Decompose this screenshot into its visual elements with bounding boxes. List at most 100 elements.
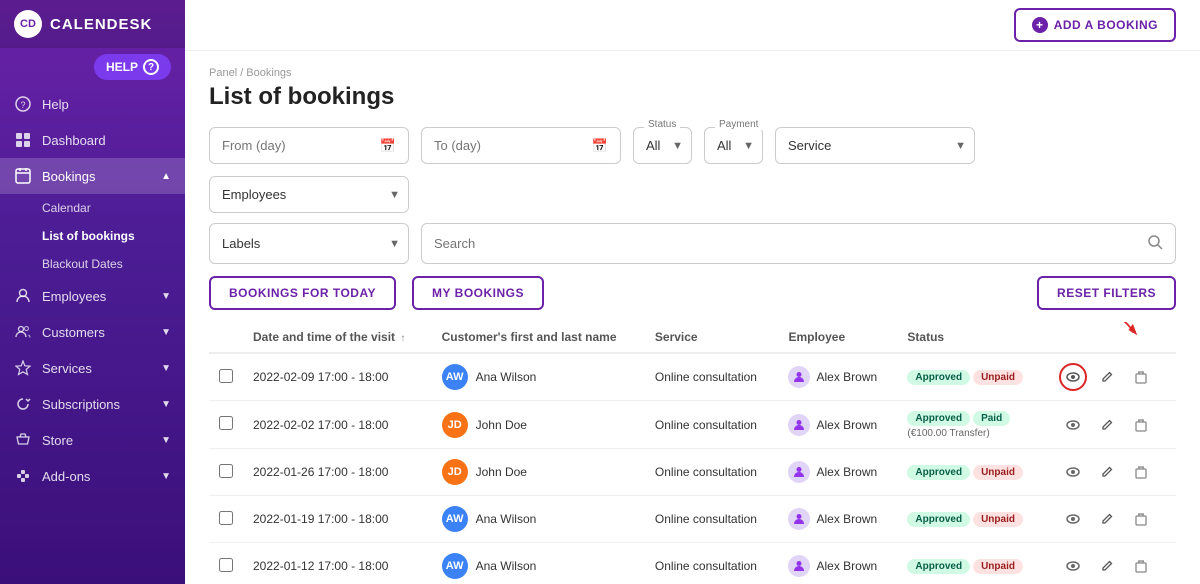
from-day-filter[interactable]: 📅: [209, 127, 409, 164]
row-checkbox[interactable]: [219, 511, 233, 525]
bookings-table: Date and time of the visit ↑ Customer's …: [209, 322, 1176, 584]
payment-filter[interactable]: Payment All ▼: [704, 127, 763, 164]
sidebar-help-label: Help: [42, 97, 69, 112]
row-checkbox[interactable]: [219, 416, 233, 430]
row-checkbox[interactable]: [219, 464, 233, 478]
to-day-filter[interactable]: 📅: [421, 127, 621, 164]
delete-button[interactable]: [1127, 411, 1155, 439]
edit-button[interactable]: [1093, 552, 1121, 580]
search-input[interactable]: [434, 236, 1139, 251]
service-cell: Online consultation: [645, 496, 779, 543]
date-cell: 2022-01-26 17:00 - 18:00: [243, 449, 432, 496]
sidebar-sub-calendar[interactable]: Calendar: [0, 194, 185, 222]
employee-name: Alex Brown: [816, 465, 877, 479]
view-button[interactable]: [1059, 458, 1087, 486]
svg-text:?: ?: [20, 100, 25, 110]
status-cell: ApprovedUnpaid: [897, 449, 1049, 496]
table-row: 2022-02-02 17:00 - 18:00 JD John Doe Onl…: [209, 401, 1176, 449]
sidebar-item-customers[interactable]: Customers ▼: [0, 314, 185, 350]
employee-cell: Alex Brown: [778, 543, 897, 584]
status-badge: Paid: [973, 411, 1010, 426]
services-arrow-icon: ▼: [161, 363, 171, 374]
customer-avatar: AW: [442, 364, 468, 390]
sidebar-sub-blackout-dates[interactable]: Blackout Dates: [0, 250, 185, 278]
bookings-table-wrap: Date and time of the visit ↑ Customer's …: [209, 322, 1176, 584]
edit-button[interactable]: [1093, 458, 1121, 486]
sidebar-sub-list-bookings[interactable]: List of bookings: [0, 222, 185, 250]
row-checkbox-cell: [209, 543, 243, 584]
employees-filter[interactable]: Employees ▼: [209, 176, 409, 213]
bookings-today-button[interactable]: BOOKINGS FOR TODAY: [209, 276, 396, 310]
sort-icon[interactable]: ↑: [400, 333, 405, 344]
view-button[interactable]: [1059, 552, 1087, 580]
sidebar-addons-label: Add-ons: [42, 469, 90, 484]
service-select[interactable]: Service: [776, 128, 974, 163]
customer-name: Ana Wilson: [476, 559, 537, 573]
employees-select[interactable]: Employees: [210, 177, 408, 212]
delete-button[interactable]: [1127, 458, 1155, 486]
th-actions: [1049, 322, 1176, 353]
sidebar-item-employees[interactable]: Employees ▼: [0, 278, 185, 314]
view-button[interactable]: [1059, 505, 1087, 533]
customer-name: John Doe: [476, 465, 527, 479]
employee-avatar: [788, 508, 810, 530]
sidebar-item-services[interactable]: Services ▼: [0, 350, 185, 386]
bookings-arrow-icon: ▲: [161, 171, 171, 182]
add-booking-button[interactable]: + ADD A BOOKING: [1014, 8, 1176, 42]
help-button[interactable]: HELP ?: [94, 54, 171, 80]
status-select[interactable]: All: [634, 128, 691, 163]
my-bookings-button[interactable]: MY BOOKINGS: [412, 276, 544, 310]
employee-avatar: [788, 555, 810, 577]
actions-cell: [1049, 353, 1176, 401]
table-row: 2022-01-12 17:00 - 18:00 AW Ana Wilson O…: [209, 543, 1176, 584]
search-field[interactable]: [421, 223, 1176, 264]
payment-select[interactable]: All: [705, 128, 762, 163]
employees-icon: [14, 287, 32, 305]
table-head: Date and time of the visit ↑ Customer's …: [209, 322, 1176, 353]
sidebar: CD CALENDESK HELP ? ? Help Dashboard Boo…: [0, 0, 185, 584]
employee-cell: Alex Brown: [778, 353, 897, 401]
delete-button[interactable]: [1127, 363, 1155, 391]
sidebar-employees-label: Employees: [42, 289, 106, 304]
customers-arrow-icon: ▼: [161, 327, 171, 338]
sidebar-item-subscriptions[interactable]: Subscriptions ▼: [0, 386, 185, 422]
help-question-icon: ?: [143, 59, 159, 75]
sidebar-item-dashboard[interactable]: Dashboard: [0, 122, 185, 158]
sidebar-item-help[interactable]: ? Help: [0, 86, 185, 122]
customer-cell: JD John Doe: [432, 401, 645, 449]
add-booking-plus-icon: +: [1032, 17, 1048, 33]
calendar-icon: 📅: [380, 138, 396, 154]
from-day-input[interactable]: [222, 138, 372, 153]
reset-filters-button[interactable]: RESET FILTERS: [1037, 276, 1176, 310]
filter-row-1: 📅 📅 Status All ▼ Payment: [209, 127, 1176, 213]
edit-button[interactable]: [1093, 505, 1121, 533]
delete-button[interactable]: [1127, 552, 1155, 580]
th-status: Status: [897, 322, 1049, 353]
row-checkbox[interactable]: [219, 369, 233, 383]
row-actions: [1059, 363, 1166, 391]
to-day-input[interactable]: [434, 138, 584, 153]
th-customer: Customer's first and last name: [432, 322, 645, 353]
edit-button[interactable]: [1093, 411, 1121, 439]
labels-select[interactable]: Labels: [210, 226, 408, 261]
sidebar-item-store[interactable]: Store ▼: [0, 422, 185, 458]
sidebar-item-bookings[interactable]: Bookings ▲: [0, 158, 185, 194]
search-icon: [1147, 234, 1163, 253]
view-button[interactable]: [1059, 411, 1087, 439]
delete-button[interactable]: [1127, 505, 1155, 533]
help-label: HELP: [106, 60, 138, 74]
status-cell: ApprovedUnpaid: [897, 496, 1049, 543]
th-date: Date and time of the visit ↑: [243, 322, 432, 353]
labels-filter[interactable]: Labels ▼: [209, 223, 409, 264]
action-row: BOOKINGS FOR TODAY MY BOOKINGS RESET FIL…: [209, 276, 1176, 310]
edit-button[interactable]: [1093, 363, 1121, 391]
row-checkbox[interactable]: [219, 558, 233, 572]
status-filter[interactable]: Status All ▼: [633, 127, 692, 164]
employee-avatar: [788, 414, 810, 436]
view-button[interactable]: [1059, 363, 1087, 391]
sidebar-dashboard-label: Dashboard: [42, 133, 106, 148]
status-badge: Approved: [907, 370, 970, 385]
sidebar-item-addons[interactable]: Add-ons ▼: [0, 458, 185, 494]
status-badge: Unpaid: [973, 370, 1023, 385]
service-filter[interactable]: Service ▼: [775, 127, 975, 164]
